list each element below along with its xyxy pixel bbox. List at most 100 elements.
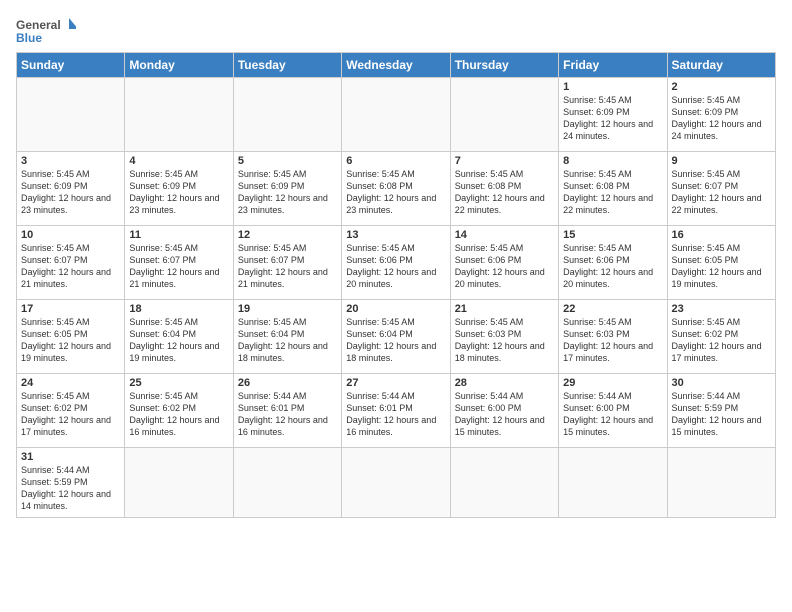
day-number: 3 xyxy=(21,155,120,167)
calendar-day: 13Sunrise: 5:45 AM Sunset: 6:06 PM Dayli… xyxy=(342,226,450,300)
day-number: 22 xyxy=(563,303,662,315)
calendar-day xyxy=(342,448,450,518)
calendar-week-5: 24Sunrise: 5:45 AM Sunset: 6:02 PM Dayli… xyxy=(17,374,776,448)
calendar-day: 27Sunrise: 5:44 AM Sunset: 6:01 PM Dayli… xyxy=(342,374,450,448)
calendar-day: 14Sunrise: 5:45 AM Sunset: 6:06 PM Dayli… xyxy=(450,226,558,300)
day-number: 31 xyxy=(21,451,120,463)
day-header-friday: Friday xyxy=(559,53,667,78)
day-info: Sunrise: 5:45 AM Sunset: 6:06 PM Dayligh… xyxy=(346,242,445,291)
calendar-day: 29Sunrise: 5:44 AM Sunset: 6:00 PM Dayli… xyxy=(559,374,667,448)
calendar-day xyxy=(450,448,558,518)
day-info: Sunrise: 5:44 AM Sunset: 5:59 PM Dayligh… xyxy=(21,464,120,513)
calendar-week-2: 3Sunrise: 5:45 AM Sunset: 6:09 PM Daylig… xyxy=(17,152,776,226)
calendar-week-3: 10 Sunrise: 5:45 AM Sunset: 6:07 PM Dayli… xyxy=(17,226,776,300)
calendar-day: 19Sunrise: 5:45 AM Sunset: 6:04 PM Dayli… xyxy=(233,300,341,374)
calendar-day: 7Sunrise: 5:45 AM Sunset: 6:08 PM Daylig… xyxy=(450,152,558,226)
calendar-day: 18Sunrise: 5:45 AM Sunset: 6:04 PM Dayli… xyxy=(125,300,233,374)
calendar-day: 4Sunrise: 5:45 AM Sunset: 6:09 PM Daylig… xyxy=(125,152,233,226)
day-number: 13 xyxy=(346,229,445,241)
logo: General Blue xyxy=(16,16,76,46)
day-number: 29 xyxy=(563,377,662,389)
calendar-day xyxy=(342,78,450,152)
logo-svg: General Blue xyxy=(16,16,76,46)
calendar-day xyxy=(667,448,775,518)
calendar-day: 12Sunrise: 5:45 AM Sunset: 6:07 PM Dayli… xyxy=(233,226,341,300)
day-info: Sunrise: 5:45 AM Sunset: 6:07 PM Dayligh… xyxy=(672,168,771,217)
day-number: 30 xyxy=(672,377,771,389)
day-info: Sunrise: 5:45 AM Sunset: 6:09 PM Dayligh… xyxy=(672,94,771,143)
calendar-day: 15Sunrise: 5:45 AM Sunset: 6:06 PM Dayli… xyxy=(559,226,667,300)
calendar-day: 31Sunrise: 5:44 AM Sunset: 5:59 PM Dayli… xyxy=(17,448,125,518)
day-number: 25 xyxy=(129,377,228,389)
day-header-sunday: Sunday xyxy=(17,53,125,78)
day-number: 23 xyxy=(672,303,771,315)
day-info: Sunrise: 5:45 AM Sunset: 6:08 PM Dayligh… xyxy=(563,168,662,217)
day-info: Sunrise: 5:45 AM Sunset: 6:02 PM Dayligh… xyxy=(21,390,120,439)
day-info: Sunrise: 5:44 AM Sunset: 6:01 PM Dayligh… xyxy=(346,390,445,439)
calendar-day xyxy=(17,78,125,152)
day-number: 7 xyxy=(455,155,554,167)
svg-text:General: General xyxy=(16,18,61,32)
calendar-day: 26Sunrise: 5:44 AM Sunset: 6:01 PM Dayli… xyxy=(233,374,341,448)
day-header-wednesday: Wednesday xyxy=(342,53,450,78)
calendar-table: SundayMondayTuesdayWednesdayThursdayFrid… xyxy=(16,52,776,518)
calendar-day: 24Sunrise: 5:45 AM Sunset: 6:02 PM Dayli… xyxy=(17,374,125,448)
calendar-day xyxy=(450,78,558,152)
day-info: Sunrise: 5:45 AM Sunset: 6:05 PM Dayligh… xyxy=(672,242,771,291)
day-info: Sunrise: 5:45 AM Sunset: 6:08 PM Dayligh… xyxy=(455,168,554,217)
calendar-day: 16Sunrise: 5:45 AM Sunset: 6:05 PM Dayli… xyxy=(667,226,775,300)
day-info: Sunrise: 5:45 AM Sunset: 6:03 PM Dayligh… xyxy=(563,316,662,365)
day-info: Sunrise: 5:45 AM Sunset: 6:02 PM Dayligh… xyxy=(129,390,228,439)
day-info: Sunrise: 5:45 AM Sunset: 6:09 PM Dayligh… xyxy=(129,168,228,217)
day-number: 14 xyxy=(455,229,554,241)
calendar-day: 28Sunrise: 5:44 AM Sunset: 6:00 PM Dayli… xyxy=(450,374,558,448)
day-number: 10 xyxy=(21,229,120,241)
day-number: 19 xyxy=(238,303,337,315)
calendar-day: 20Sunrise: 5:45 AM Sunset: 6:04 PM Dayli… xyxy=(342,300,450,374)
calendar-day: 22Sunrise: 5:45 AM Sunset: 6:03 PM Dayli… xyxy=(559,300,667,374)
calendar-day xyxy=(233,448,341,518)
day-info: Sunrise: 5:45 AM Sunset: 6:03 PM Dayligh… xyxy=(455,316,554,365)
day-number: 6 xyxy=(346,155,445,167)
day-number: 15 xyxy=(563,229,662,241)
day-info: Sunrise: 5:45 AM Sunset: 6:06 PM Dayligh… xyxy=(563,242,662,291)
day-info: Sunrise: 5:44 AM Sunset: 5:59 PM Dayligh… xyxy=(672,390,771,439)
day-header-saturday: Saturday xyxy=(667,53,775,78)
day-header-monday: Monday xyxy=(125,53,233,78)
calendar-day: 10Sunrise: 5:45 AM Sunset: 6:07 PM Dayli… xyxy=(17,226,125,300)
day-number: 18 xyxy=(129,303,228,315)
day-info: Sunrise: 5:45 AM Sunset: 6:09 PM Dayligh… xyxy=(563,94,662,143)
calendar-day: 25Sunrise: 5:45 AM Sunset: 6:02 PM Dayli… xyxy=(125,374,233,448)
day-info: Sunrise: 5:45 AM Sunset: 6:05 PM Dayligh… xyxy=(21,316,120,365)
day-number: 16 xyxy=(672,229,771,241)
day-info: Sunrise: 5:45 AM Sunset: 6:07 PM Dayligh… xyxy=(238,242,337,291)
calendar-day: 21Sunrise: 5:45 AM Sunset: 6:03 PM Dayli… xyxy=(450,300,558,374)
day-number: 12 xyxy=(238,229,337,241)
day-info: Sunrise: 5:45 AM Sunset: 6:02 PM Dayligh… xyxy=(672,316,771,365)
days-header-row: SundayMondayTuesdayWednesdayThursdayFrid… xyxy=(17,53,776,78)
day-number: 26 xyxy=(238,377,337,389)
calendar-day: 5Sunrise: 5:45 AM Sunset: 6:09 PM Daylig… xyxy=(233,152,341,226)
calendar-day xyxy=(125,448,233,518)
day-number: 27 xyxy=(346,377,445,389)
day-info: Sunrise: 5:45 AM Sunset: 6:04 PM Dayligh… xyxy=(129,316,228,365)
day-info: Sunrise: 5:44 AM Sunset: 6:01 PM Dayligh… xyxy=(238,390,337,439)
day-header-thursday: Thursday xyxy=(450,53,558,78)
day-info: Sunrise: 5:45 AM Sunset: 6:09 PM Dayligh… xyxy=(238,168,337,217)
header: General Blue xyxy=(16,10,776,46)
day-info: Sunrise: 5:45 AM Sunset: 6:04 PM Dayligh… xyxy=(238,316,337,365)
day-number: 5 xyxy=(238,155,337,167)
calendar-day: 9Sunrise: 5:45 AM Sunset: 6:07 PM Daylig… xyxy=(667,152,775,226)
calendar-day: 6Sunrise: 5:45 AM Sunset: 6:08 PM Daylig… xyxy=(342,152,450,226)
day-info: Sunrise: 5:45 AM Sunset: 6:06 PM Dayligh… xyxy=(455,242,554,291)
day-info: Sunrise: 5:45 AM Sunset: 6:09 PM Dayligh… xyxy=(21,168,120,217)
calendar-day: 23Sunrise: 5:45 AM Sunset: 6:02 PM Dayli… xyxy=(667,300,775,374)
day-info: Sunrise: 5:44 AM Sunset: 6:00 PM Dayligh… xyxy=(455,390,554,439)
calendar-day xyxy=(125,78,233,152)
day-info: Sunrise: 5:45 AM Sunset: 6:07 PM Dayligh… xyxy=(129,242,228,291)
day-number: 11 xyxy=(129,229,228,241)
day-number: 28 xyxy=(455,377,554,389)
calendar-week-6: 31Sunrise: 5:44 AM Sunset: 5:59 PM Dayli… xyxy=(17,448,776,518)
day-info: Sunrise: 5:44 AM Sunset: 6:00 PM Dayligh… xyxy=(563,390,662,439)
day-number: 21 xyxy=(455,303,554,315)
